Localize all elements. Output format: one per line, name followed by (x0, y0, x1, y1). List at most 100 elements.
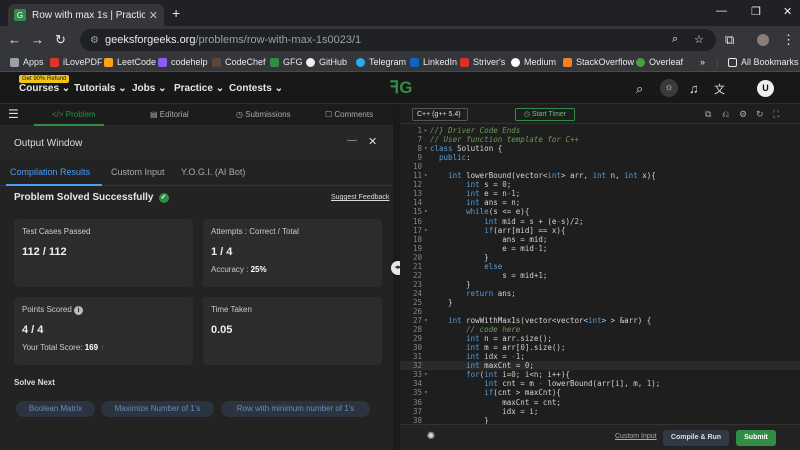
code-line[interactable]: 38 } (400, 416, 800, 424)
language-select[interactable]: C++ (g++ 5.4) (412, 108, 468, 121)
start-timer-button[interactable]: ◷ Start Timer (515, 108, 575, 121)
code-line[interactable]: 13 int e = n-1; (400, 189, 800, 198)
suggest-feedback-link[interactable]: Suggest Feedback (331, 194, 389, 201)
code-line[interactable]: 33 ▾ for(int i=0; i<n; i++){ (400, 370, 800, 379)
nav-contests[interactable]: Contests ⌄ (229, 83, 283, 94)
bookmark-linkedin[interactable]: LinkedIn (410, 57, 457, 67)
close-window-icon[interactable]: ✕ (783, 5, 792, 18)
code-line[interactable]: 36 maxCnt = cnt; (400, 398, 800, 407)
code-line[interactable]: 17 ▾ if(arr[mid] == x){ (400, 226, 800, 235)
browser-tab[interactable]: G Row with max 1s | Practice | Ge ✕ (8, 4, 164, 26)
code-line[interactable]: 12 int s = 0; (400, 180, 800, 189)
fold-toggle-icon[interactable]: ▸ (424, 126, 428, 135)
gfg-logo[interactable]: ꟻG (384, 78, 418, 98)
fullscreen-icon[interactable]: ⛶ (773, 109, 779, 120)
minimize-panel-icon[interactable]: — (347, 135, 357, 146)
fold-toggle-icon[interactable]: ▾ (424, 316, 428, 325)
fold-toggle-icon[interactable]: ▾ (424, 171, 428, 180)
zoom-icon[interactable]: ⌕ (672, 33, 678, 46)
tab-custom-input[interactable]: Custom Input (111, 167, 165, 177)
notification-bell-icon[interactable]: ♫ (689, 81, 699, 96)
bookmark-ilovepdf[interactable]: iLovePDF (50, 57, 103, 67)
user-avatar[interactable]: U (757, 80, 774, 97)
minimize-icon[interactable]: — (716, 5, 727, 17)
code-line[interactable]: 27 ▾ int rowWithMax1s(vector<vector<int> … (400, 316, 800, 325)
code-line[interactable]: 8 ▾ class Solution { (400, 144, 800, 153)
code-line[interactable]: 26 (400, 307, 800, 316)
reset-code-icon[interactable]: ⎌ (722, 109, 729, 120)
new-tab-icon[interactable]: + (172, 5, 180, 21)
code-line[interactable]: 23 } (400, 280, 800, 289)
info-icon[interactable]: i (74, 306, 84, 315)
copy-icon[interactable]: ⧉ (705, 109, 711, 120)
code-line[interactable]: 1 ▸//} Driver Code Ends (400, 126, 800, 135)
code-line[interactable]: 11 ▾ int lowerBound(vector<int> arr, int … (400, 171, 800, 180)
code-line[interactable]: 21 else (400, 262, 800, 271)
settings-icon[interactable]: ⚙ (739, 109, 747, 120)
nav-tutorials[interactable]: Tutorials ⌄ (74, 83, 127, 94)
code-line[interactable]: 30 int m = arr[0].size(); (400, 343, 800, 352)
back-icon[interactable]: ← (8, 32, 21, 47)
code-line[interactable]: 24 return ans; (400, 289, 800, 298)
bookmark-strivers[interactable]: Striver's (460, 57, 505, 67)
bookmark-github[interactable]: GitHub (306, 57, 347, 67)
address-bar[interactable]: ⚙ geeksforgeeks.org/problems/row-with-ma… (80, 29, 716, 51)
code-line[interactable]: 28 // code here (400, 325, 800, 334)
fold-toggle-icon[interactable]: ▾ (424, 226, 428, 235)
code-line[interactable]: 35 ▾ if(cnt > maxCnt){ (400, 388, 800, 397)
bookmark-codechef[interactable]: CodeChef (212, 57, 266, 67)
code-line[interactable]: 37 idx = i; (400, 407, 800, 416)
theme-toggle-icon[interactable]: ☼ (660, 79, 678, 97)
panel-divider[interactable] (393, 104, 400, 450)
close-tab-icon[interactable]: ✕ (149, 9, 158, 22)
code-line[interactable]: 25 } (400, 298, 800, 307)
tab-submissions[interactable]: ◷ Submissions (236, 110, 291, 119)
submit-button[interactable]: Submit (736, 430, 776, 446)
bookmark-leetcode[interactable]: LeetCode (104, 57, 156, 67)
next-problem-boolean-matrix[interactable]: Boolean Matrix (16, 401, 95, 417)
custom-input-link[interactable]: Custom Input (615, 433, 657, 440)
bookmark-star-icon[interactable]: ☆ (694, 33, 704, 46)
all-bookmarks[interactable]: All Bookmarks (728, 57, 799, 67)
code-area[interactable]: 1 ▸//} Driver Code Ends 7// User function … (400, 126, 800, 424)
translate-icon[interactable]: 文 (714, 81, 725, 97)
tab-problem[interactable]: </> Problem (52, 110, 96, 119)
browser-menu-icon[interactable]: ⋮ (782, 32, 795, 48)
extensions-icon[interactable]: ⧉ (725, 32, 734, 48)
fold-toggle-icon[interactable]: ▾ (424, 144, 428, 153)
site-info-icon[interactable]: ⚙ (90, 35, 99, 46)
fold-toggle-icon[interactable]: ▾ (424, 207, 428, 216)
bookmark-gfg[interactable]: GFG (270, 57, 303, 67)
next-problem-row-min-ones[interactable]: Row with minimum number of 1's (221, 401, 370, 417)
bookmark-stackoverflow[interactable]: StackOverflow (563, 57, 634, 67)
code-line[interactable]: 10 (400, 162, 800, 171)
code-line[interactable]: 22 s = mid+1; (400, 271, 800, 280)
code-line[interactable]: 19 e = mid-1; (400, 244, 800, 253)
code-line[interactable]: 20 } (400, 253, 800, 262)
search-icon[interactable]: ⌕ (636, 81, 643, 97)
next-problem-maximize-ones[interactable]: Maximize Number of 1's (101, 401, 214, 417)
bookmark-telegram[interactable]: Telegram (356, 57, 406, 67)
bookmarks-overflow-icon[interactable]: » (700, 57, 705, 67)
code-line[interactable]: 14 int ans = n; (400, 198, 800, 207)
reload-icon[interactable]: ↻ (55, 32, 66, 48)
tab-editorial[interactable]: ▤ Editorial (150, 110, 189, 119)
nav-jobs[interactable]: Jobs ⌄ (132, 83, 167, 94)
code-line[interactable]: 29 int n = arr.size(); (400, 334, 800, 343)
code-line[interactable]: 31 int idx = -1; (400, 352, 800, 361)
maximize-icon[interactable]: ❐ (751, 5, 761, 18)
refresh-icon[interactable]: ↻ (756, 109, 764, 120)
close-panel-icon[interactable]: ✕ (368, 135, 377, 148)
code-line[interactable]: 9 public: (400, 153, 800, 162)
tab-comments[interactable]: ☐ Comments (325, 110, 373, 119)
nav-practice[interactable]: Practice ⌄ (174, 83, 224, 94)
bookmark-medium[interactable]: Medium (511, 57, 556, 67)
code-line[interactable]: 18 ans = mid; (400, 235, 800, 244)
code-line[interactable]: 16 int mid = s + (e-s)/2; (400, 217, 800, 226)
tab-yogi-ai-bot[interactable]: Y.O.G.I. (AI Bot) (181, 167, 245, 177)
fold-toggle-icon[interactable]: ▾ (424, 388, 428, 397)
bookmark-codehelp[interactable]: codehelp (158, 57, 208, 67)
tab-compilation-results[interactable]: Compilation Results (10, 167, 90, 177)
hamburger-menu-icon[interactable]: ☰ (8, 107, 19, 121)
code-line[interactable]: 7 // User function template for C++ (400, 135, 800, 144)
